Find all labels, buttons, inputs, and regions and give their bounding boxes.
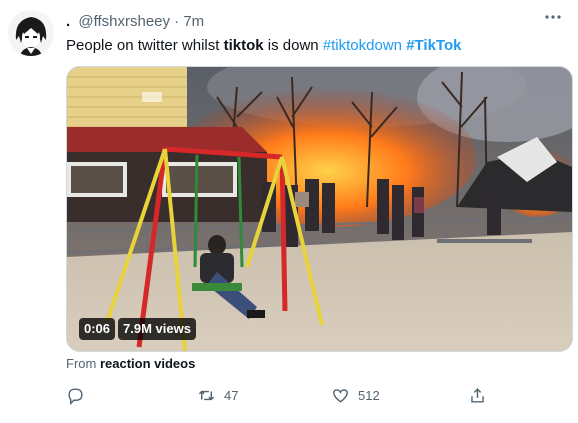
display-name[interactable]: .	[66, 13, 70, 30]
video-stats: 0:06 7.9M views	[79, 318, 196, 340]
tweet-header: . @ffshxrsheey · 7m	[66, 13, 204, 30]
hashtag-tiktokdown[interactable]: #tiktokdown	[323, 37, 402, 54]
action-bar: 47 512	[66, 383, 516, 407]
video-player[interactable]	[66, 66, 573, 352]
retweet-icon	[198, 390, 215, 400]
video-thumbnail	[67, 67, 572, 351]
avatar[interactable]	[8, 10, 54, 56]
tweet-card[interactable]: . @ffshxrsheey · 7m People on twitter wh…	[0, 0, 578, 423]
like-button[interactable]: 512	[331, 383, 380, 407]
tweet-timestamp[interactable]: 7m	[183, 13, 204, 30]
retweet-button[interactable]: 47	[197, 383, 238, 407]
share-button[interactable]	[468, 383, 495, 407]
source-link[interactable]: reaction videos	[100, 356, 195, 371]
more-icon[interactable]	[544, 8, 562, 31]
more-icon-glyph	[545, 15, 561, 19]
hashtag-tiktok[interactable]: #TikTok	[406, 37, 461, 54]
tweet-text-part1: People on twitter whilst	[66, 37, 224, 54]
video-views: 7.9M views	[118, 318, 196, 340]
reply-button[interactable]	[66, 383, 93, 407]
tweet-text-bold: tiktok	[223, 37, 264, 54]
time-separator: ·	[174, 13, 180, 30]
media-source: From reaction videos	[66, 356, 195, 371]
video-duration: 0:06	[79, 318, 116, 340]
share-icon	[471, 387, 484, 403]
reply-icon	[68, 387, 83, 405]
source-prefix: From	[66, 356, 97, 371]
heart-icon	[333, 388, 348, 403]
retweet-count: 47	[224, 387, 239, 403]
tweet-text-part2: is down	[263, 37, 323, 54]
user-handle[interactable]: @ffshxrsheey	[78, 13, 170, 30]
tweet-text: People on twitter whilst tiktok is down …	[66, 36, 462, 56]
avatar-image	[8, 10, 54, 56]
like-count: 512	[358, 387, 380, 403]
